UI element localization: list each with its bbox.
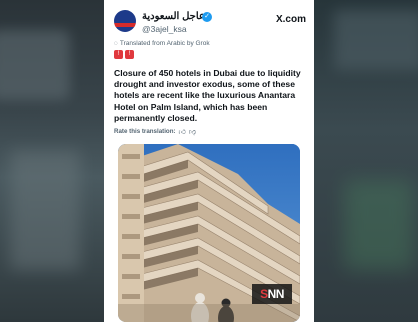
thumbs-up-icon[interactable]: 👍︎	[179, 127, 186, 136]
rate-label: Rate this translation:	[114, 128, 176, 135]
blurred-background-right	[314, 0, 418, 322]
translation-note-text: Translated from Arabic by Grok	[119, 40, 210, 47]
red-alert-icon: !	[114, 50, 123, 59]
rate-translation: Rate this translation: 👍︎ 👎︎	[114, 127, 196, 136]
blurred-background-left	[0, 0, 104, 322]
post-card: عاجل السعودية ✓ @3ajel_ksa X.com ◌ Transl…	[104, 0, 314, 322]
site-label: X.com	[275, 14, 306, 25]
post-header: عاجل السعودية ✓ @3ajel_ksa X.com	[112, 8, 306, 34]
emoji-row: ! !	[114, 50, 134, 59]
post-body: Closure of 450 hotels in Dubai due to li…	[114, 68, 301, 123]
avatar[interactable]	[114, 10, 136, 32]
watermark-nn: NN	[267, 287, 285, 301]
user-handle[interactable]: @3ajel_ksa	[142, 24, 187, 34]
globe-icon: ◌	[114, 40, 118, 47]
thumbs-down-icon[interactable]: 👎︎	[189, 127, 196, 136]
red-alert-icon: !	[125, 50, 134, 59]
snn-watermark-logo: S NN	[252, 284, 292, 304]
verified-badge-icon: ✓	[202, 12, 212, 22]
display-name[interactable]: عاجل السعودية	[142, 11, 205, 22]
watermark-s: S	[260, 287, 268, 301]
translation-note: ◌ Translated from Arabic by Grok	[114, 40, 210, 47]
